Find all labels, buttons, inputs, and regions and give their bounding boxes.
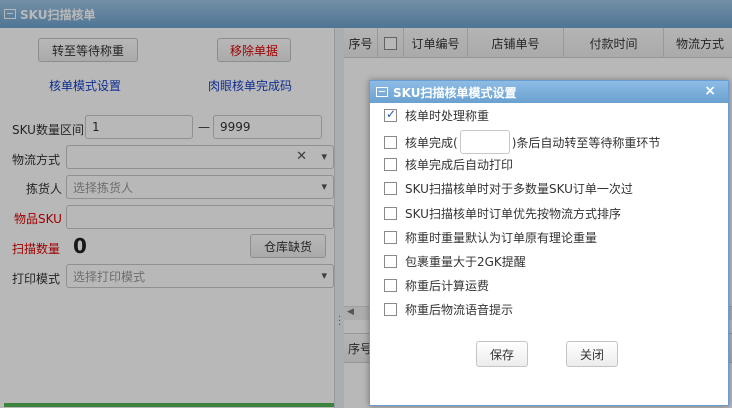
option-label: 核单完成后自动打印 xyxy=(405,157,514,172)
option-auto-transfer[interactable]: 核单完成( )条后自动转至等待称重环节 xyxy=(384,128,660,156)
close-icon[interactable]: × xyxy=(704,83,716,99)
option-weight-alert[interactable]: 包裹重量大于2GK提醒 xyxy=(384,251,526,271)
option-multi-qty-once[interactable]: SKU扫描核单时对于多数量SKU订单一次过 xyxy=(384,178,633,198)
option-checkbox[interactable] xyxy=(384,206,397,220)
option-label: 称重时重量默认为订单原有理论重量 xyxy=(405,230,598,245)
option-sort-by-logistics[interactable]: SKU扫描核单时订单优先按物流方式排序 xyxy=(384,203,621,223)
option-checkbox[interactable] xyxy=(384,157,397,171)
option-checkbox[interactable] xyxy=(384,135,397,149)
dialog-title: SKU扫描核单模式设置 xyxy=(393,85,517,100)
mode-settings-dialog: SKU扫描核单模式设置 × 核单时处理称重 核单完成( )条后自动转至等待称重环… xyxy=(369,80,729,406)
option-default-weight[interactable]: 称重时重量默认为订单原有理论重量 xyxy=(384,227,597,247)
option-label: 称重后计算运费 xyxy=(405,278,490,293)
option-label: 核单时处理称重 xyxy=(405,108,490,123)
option-label-before: 核单完成( xyxy=(405,135,458,150)
option-checkbox[interactable] xyxy=(384,230,397,244)
option-label: 包裹重量大于2GK提醒 xyxy=(405,254,526,269)
option-label-after: )条后自动转至等待称重环节 xyxy=(511,135,661,150)
option-weigh-on-check[interactable]: 核单时处理称重 xyxy=(384,105,489,125)
close-button[interactable]: 关闭 xyxy=(566,341,618,367)
option-checkbox[interactable] xyxy=(384,181,397,195)
option-voice-prompt[interactable]: 称重后物流语音提示 xyxy=(384,299,513,319)
dialog-title-bar: SKU扫描核单模式设置 × xyxy=(370,81,728,103)
option-label: SKU扫描核单时对于多数量SKU订单一次过 xyxy=(405,181,633,196)
option-checkbox[interactable] xyxy=(384,107,397,122)
option-auto-print[interactable]: 核单完成后自动打印 xyxy=(384,154,513,174)
option-label: SKU扫描核单时订单优先按物流方式排序 xyxy=(405,206,621,221)
option-calc-freight[interactable]: 称重后计算运费 xyxy=(384,275,489,295)
option-checkbox[interactable] xyxy=(384,254,397,268)
option-checkbox[interactable] xyxy=(384,278,397,292)
save-button[interactable]: 保存 xyxy=(476,341,528,367)
dialog-icon xyxy=(376,87,388,97)
option-label: 称重后物流语音提示 xyxy=(405,302,514,317)
option-checkbox[interactable] xyxy=(384,302,397,316)
auto-transfer-count-input[interactable] xyxy=(459,130,510,154)
